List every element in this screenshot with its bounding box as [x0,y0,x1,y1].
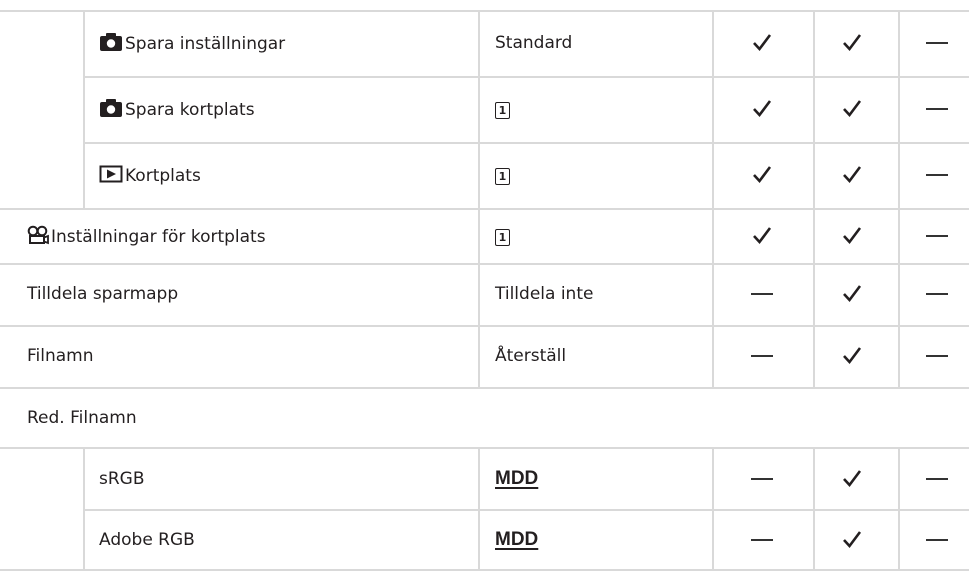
setting-value: Standard [495,33,573,53]
card-slot-icon: 1 [495,168,510,185]
check-icon [832,32,872,52]
dash-icon [917,529,957,541]
dash-icon [917,283,957,295]
setting-label: Inställningar för kortplats [27,225,266,248]
check-icon [832,345,872,365]
row-divider [0,10,969,12]
setting-label: Adobe RGB [99,530,195,550]
check-icon [742,164,782,184]
camera-icon [100,33,122,51]
video-icon [27,225,49,245]
section-label: Red. Filnamn [27,408,137,428]
check-icon [742,98,782,118]
column-divider [478,447,480,571]
dash-icon [917,32,957,44]
dash-icon [742,468,782,480]
setting-label: Kortplats [99,164,201,187]
column-divider [813,447,815,571]
dash-icon [917,98,957,110]
check-icon [832,529,872,549]
dash-icon [917,345,957,357]
row-divider [0,208,969,210]
indent-divider [83,447,85,571]
column-divider [712,10,714,387]
setting-value: Tilldela inte [495,284,594,304]
dash-icon [742,529,782,541]
setting-label: sRGB [99,469,145,489]
row-divider [0,387,969,389]
check-icon [742,32,782,52]
column-divider [478,10,480,387]
setting-label: Spara inställningar [99,32,285,55]
setting-value: MDD [495,529,539,550]
setting-value: 1 [495,225,510,247]
dash-icon [917,225,957,237]
playback-icon [99,165,123,183]
column-divider [898,10,900,387]
setting-label: Spara kortplats [99,98,255,121]
column-divider [712,447,714,571]
check-icon [742,225,782,245]
column-divider [898,447,900,571]
dash-icon [742,283,782,295]
check-icon [832,164,872,184]
check-icon [832,283,872,303]
check-icon [832,468,872,488]
setting-value: Återställ [495,346,567,366]
camera-icon [100,99,122,117]
setting-value: 1 [495,164,510,186]
check-icon [832,225,872,245]
row-divider [0,263,969,265]
card-slot-icon: 1 [495,102,510,119]
row-divider [0,447,969,449]
row-divider [83,509,969,511]
setting-label: Tilldela sparmapp [27,284,179,304]
column-divider [813,10,815,387]
dash-icon [917,164,957,176]
row-divider [0,325,969,327]
setting-value: 1 [495,98,510,120]
row-divider [83,142,969,144]
dash-icon [917,468,957,480]
row-divider [83,76,969,78]
setting-value: MDD [495,468,539,489]
dash-icon [742,345,782,357]
setting-label: Filnamn [27,346,94,366]
indent-divider [83,10,85,208]
card-slot-icon: 1 [495,229,510,246]
check-icon [832,98,872,118]
